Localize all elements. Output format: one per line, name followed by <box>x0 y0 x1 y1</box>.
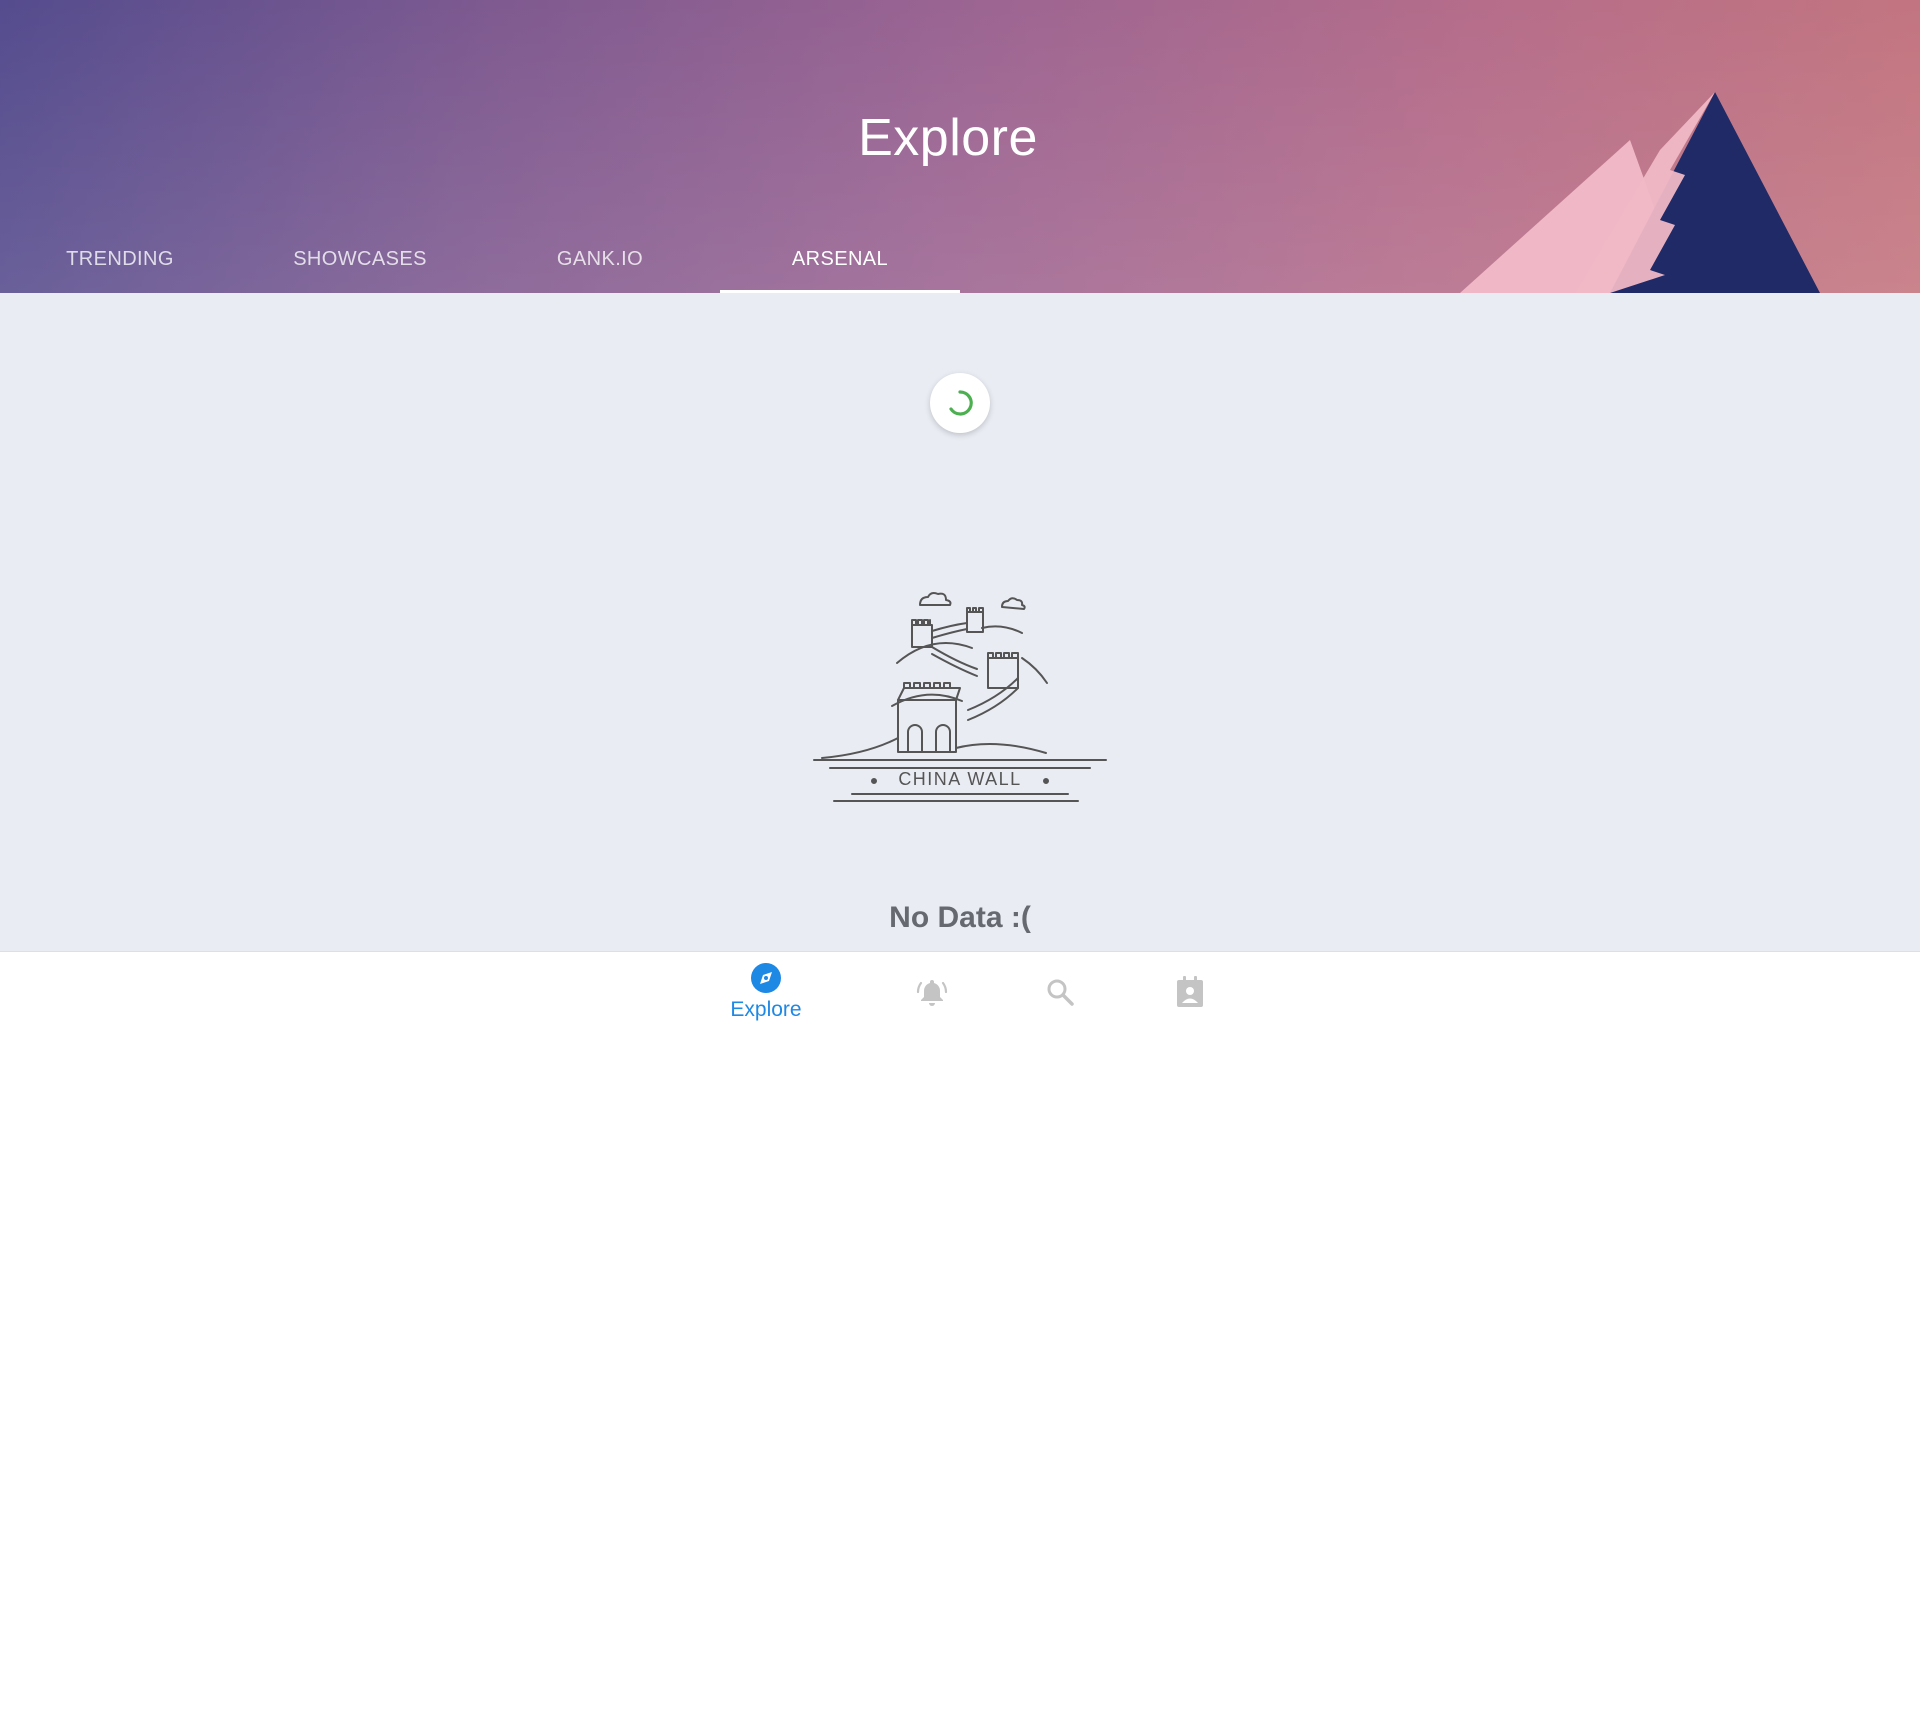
empty-state-message: No Data :( <box>889 901 1031 934</box>
nav-notifications[interactable] <box>900 952 964 1032</box>
bottom-navigation: Explore <box>0 951 1920 1032</box>
search-icon <box>1047 979 1074 1006</box>
nav-search[interactable] <box>1028 952 1092 1032</box>
tab-arsenal[interactable]: ARSENAL <box>720 228 960 293</box>
content-area: CHINA WALL No Data :( <box>0 293 1920 951</box>
compass-icon <box>751 963 781 993</box>
tab-label: SHOWCASES <box>293 247 427 270</box>
nav-explore[interactable]: Explore <box>716 952 816 1032</box>
tab-gankio[interactable]: GANK.IO <box>480 228 720 290</box>
tab-bar: TRENDING SHOWCASES GANK.IO ARSENAL <box>0 228 960 293</box>
page-title: Explore <box>858 109 1038 167</box>
tab-label: GANK.IO <box>556 247 644 270</box>
nav-explore-label: Explore <box>730 998 802 1021</box>
tab-label: ARSENAL <box>791 247 889 270</box>
app-header: Explore TRENDING SHOWCASES GANK.IO ARSEN… <box>0 0 1920 293</box>
tab-showcases[interactable]: SHOWCASES <box>240 228 480 290</box>
tab-label: TRENDING <box>66 247 174 270</box>
tab-trending[interactable]: TRENDING <box>0 228 240 290</box>
loading-spinner <box>930 373 990 433</box>
notifications-bell-icon <box>916 980 948 1006</box>
spinner-icon <box>949 390 973 416</box>
illustration-caption: CHINA WALL <box>898 769 1022 789</box>
nav-contacts[interactable] <box>1158 952 1222 1032</box>
contact-card-icon <box>1177 976 1203 1007</box>
